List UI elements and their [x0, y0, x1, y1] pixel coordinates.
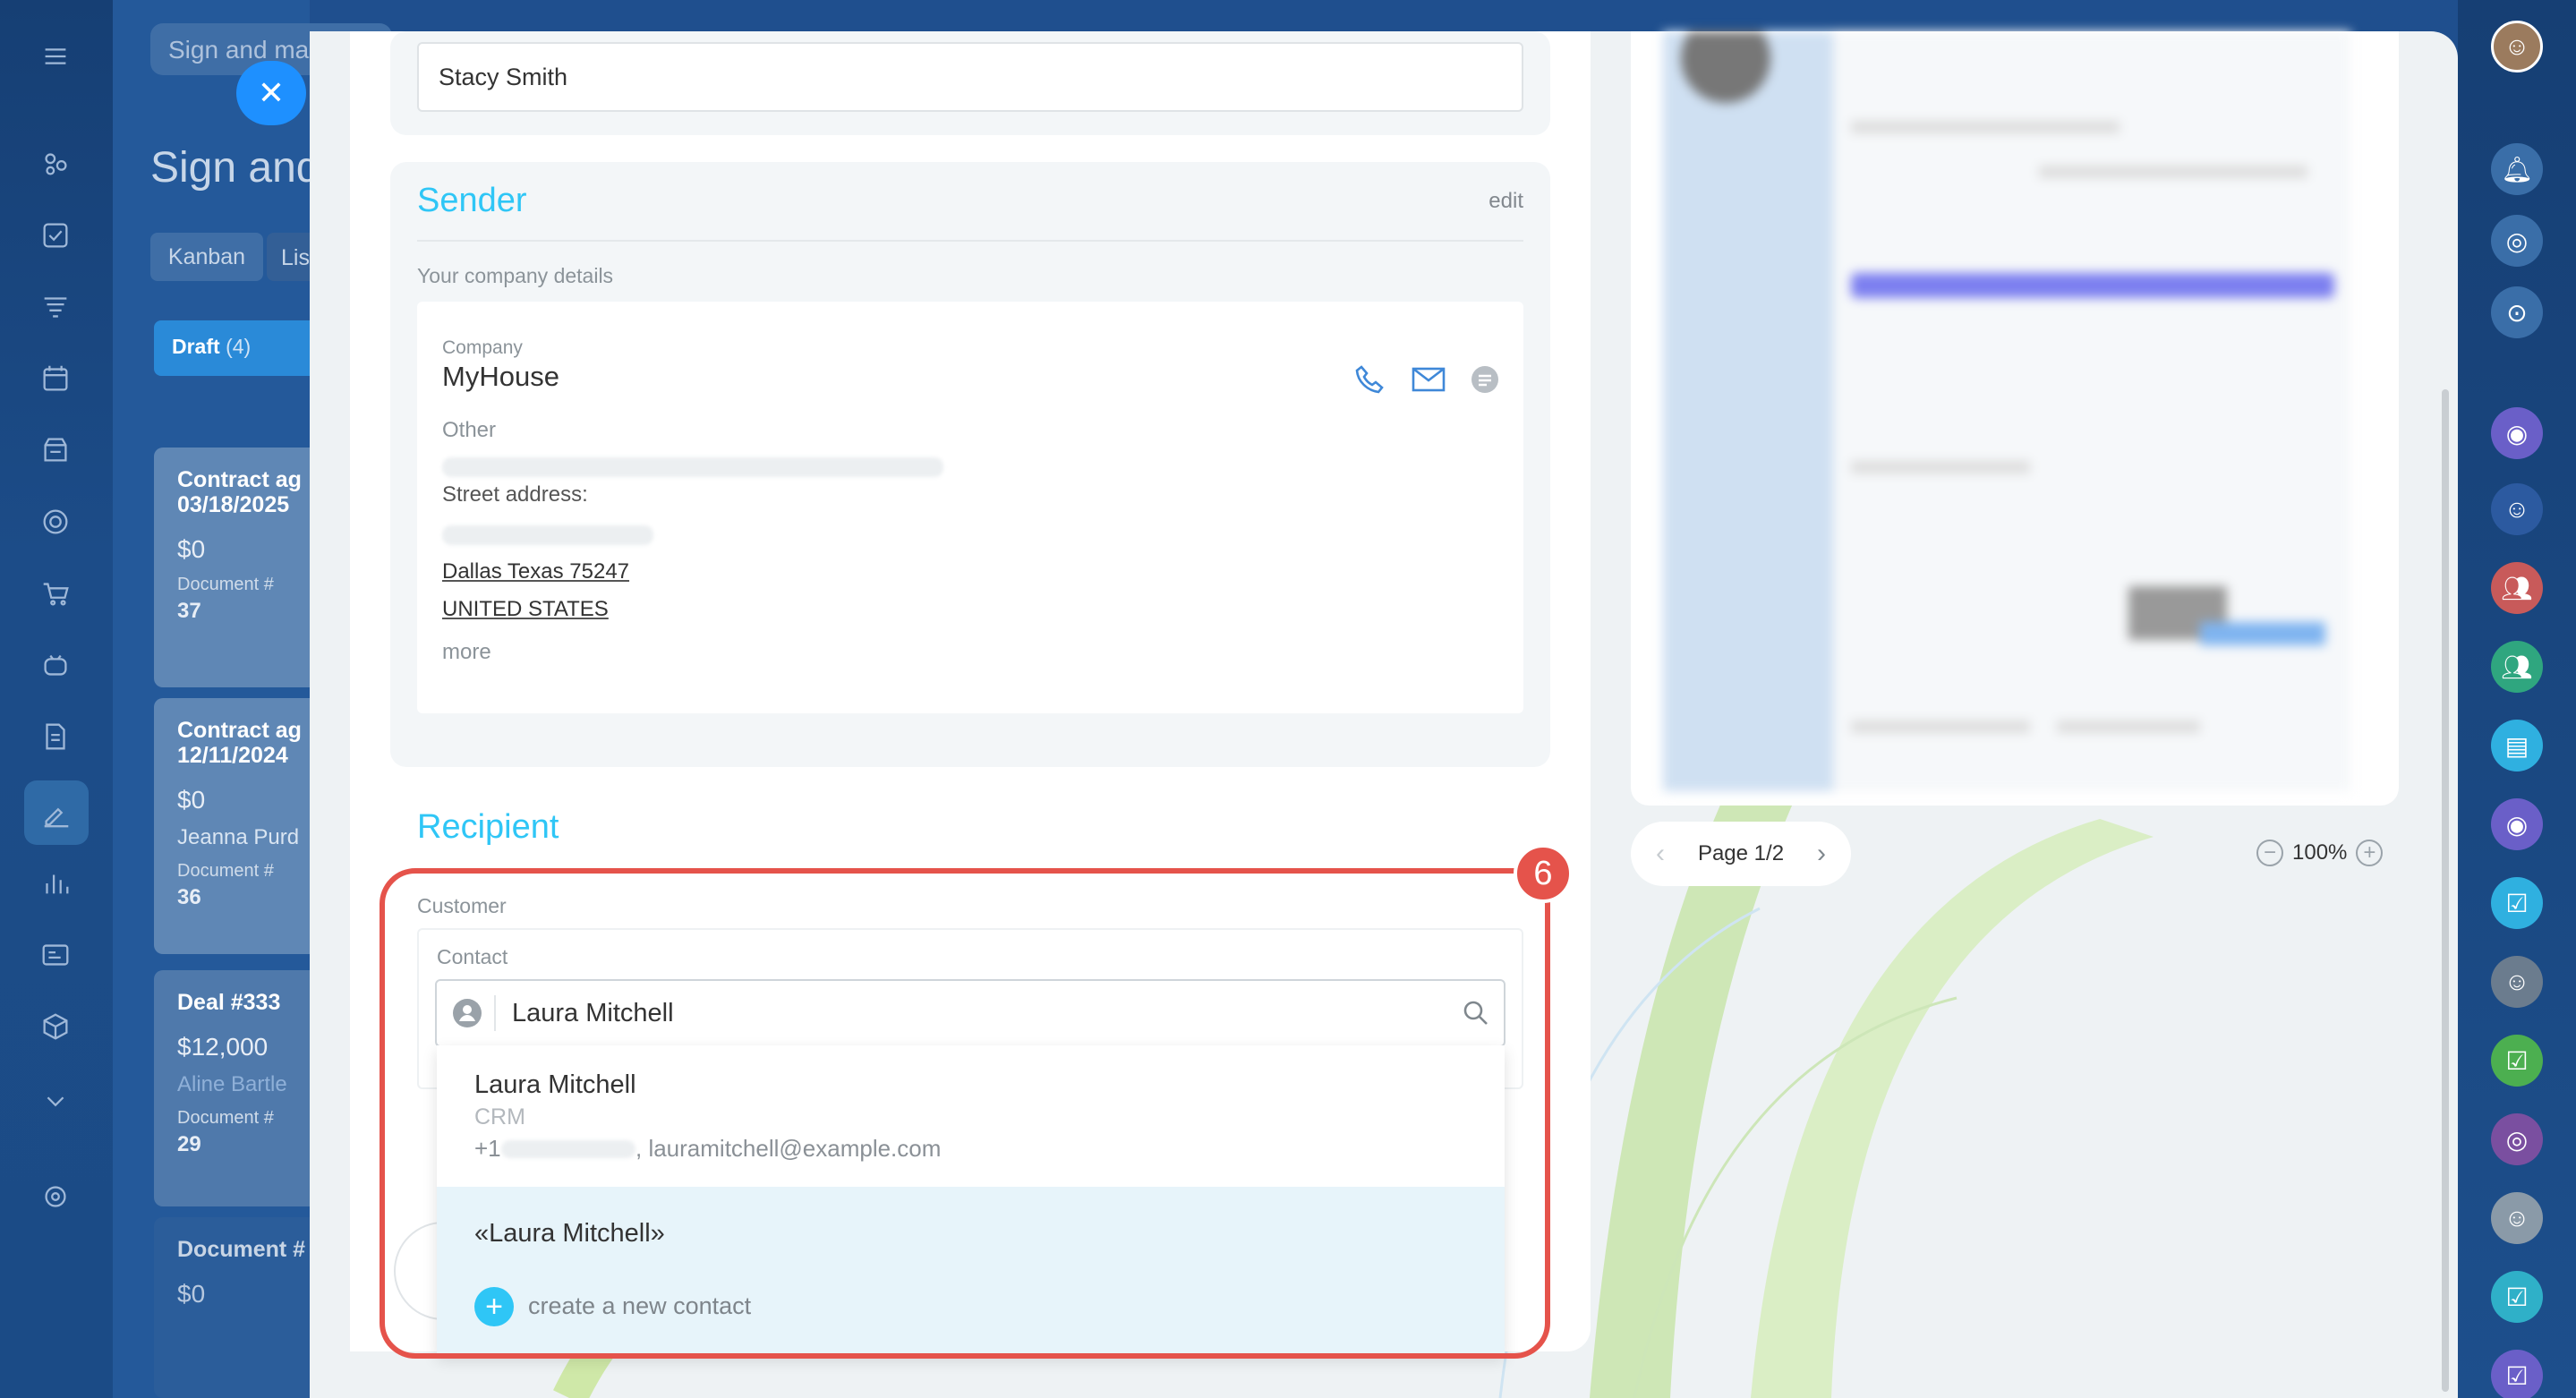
redacted-text [442, 457, 943, 477]
tasks-icon[interactable] [35, 215, 76, 256]
more-link[interactable]: more [442, 640, 491, 665]
task-icon[interactable]: ☑ [2491, 877, 2543, 929]
crm-icon[interactable] [35, 143, 76, 184]
kanban-card[interactable]: Deal #333 $12,000 Aline Bartle Document … [154, 970, 333, 1206]
mail-icon[interactable] [1411, 366, 1446, 393]
name-field[interactable]: Stacy Smith [417, 42, 1523, 112]
left-sidebar [0, 0, 113, 1398]
analytics-icon[interactable] [35, 863, 76, 904]
company-name: MyHouse [442, 361, 559, 392]
store-icon[interactable] [35, 430, 76, 471]
city-line[interactable]: Dallas Texas 75247 [442, 559, 629, 584]
document-icon[interactable] [35, 716, 76, 757]
right-sidebar [2458, 0, 2576, 1398]
id-card-icon[interactable] [35, 934, 76, 976]
task-icon[interactable]: ☑ [2491, 1271, 2543, 1323]
highlight-annotation [380, 868, 1550, 1359]
zoom-level: 100% [2292, 840, 2348, 865]
kanban-card[interactable]: Contract ag 03/18/2025 $0 Document # 37 [154, 448, 333, 687]
company-details-box: Company MyHouse Other Street address: Da… [417, 302, 1523, 713]
box-icon[interactable] [35, 1006, 76, 1047]
sender-title: Sender [417, 182, 527, 219]
document-preview-image [1663, 31, 2350, 791]
column-count: (4) [226, 335, 252, 358]
street-label: Street address: [442, 482, 588, 507]
fingerprint-icon[interactable]: ◎ [2491, 1113, 2543, 1165]
task-icon[interactable]: ☑ [2491, 1035, 2543, 1087]
kanban-card[interactable]: Document # $0 [154, 1217, 333, 1398]
settings-icon[interactable] [35, 1176, 76, 1217]
chat-icon[interactable] [1470, 364, 1500, 395]
calendar-icon[interactable] [35, 358, 76, 399]
contact-avatar[interactable]: ☺ [2491, 956, 2543, 1008]
redacted-text [442, 525, 653, 545]
notifications-icon[interactable]: 🔔︎ [2491, 143, 2543, 195]
kanban-card[interactable]: Contract ag 12/11/2024 $0 Jeanna Purd Do… [154, 698, 333, 954]
zoom-control: − 100% + [2256, 840, 2384, 866]
phone-icon[interactable] [1353, 362, 1386, 395]
sign-icon[interactable] [24, 780, 89, 845]
zoom-out-icon[interactable]: − [2256, 840, 2283, 866]
user-avatar[interactable]: ☺ [2491, 21, 2543, 72]
contact-avatar[interactable]: ☺ [2491, 483, 2543, 535]
sender-edit-link[interactable]: edit [1488, 189, 1523, 214]
other-label: Other [442, 418, 497, 442]
target-icon[interactable] [35, 501, 76, 542]
filter-icon[interactable] [35, 286, 76, 328]
tab-kanban[interactable]: Kanban [150, 233, 263, 281]
step-badge: 6 [1514, 844, 1573, 903]
page-label: Page 1/2 [1697, 841, 1785, 865]
recipient-title: Recipient [417, 808, 559, 846]
prev-page-icon[interactable]: ‹ [1656, 839, 1665, 869]
close-icon[interactable]: ✕ [236, 61, 306, 125]
chat-search-icon[interactable]: ⊙ [2491, 286, 2543, 338]
sender-card: Sender edit Your company details Company… [390, 162, 1550, 767]
menu-icon[interactable] [35, 36, 76, 77]
cat-avatar[interactable]: ☺ [2491, 1192, 2543, 1244]
cart-icon[interactable] [35, 573, 76, 614]
copilot-icon[interactable]: ◉ [2491, 407, 2543, 459]
page-navigator: ‹ Page 1/2 › [1631, 822, 1851, 886]
divider [417, 240, 1523, 242]
name-card: Stacy Smith [390, 31, 1550, 135]
group-icon[interactable]: 👥︎ [2491, 562, 2543, 614]
country-line[interactable]: UNITED STATES [442, 597, 609, 622]
company-label: Company [442, 337, 523, 358]
column-name: Draft [172, 335, 220, 358]
target-icon[interactable]: ◎ [2491, 215, 2543, 267]
panel-scrollbar[interactable] [2442, 389, 2449, 1392]
company-details-label: Your company details [417, 264, 614, 287]
page-title: Sign and [150, 144, 320, 192]
chat-icon[interactable]: ▤ [2491, 720, 2543, 771]
next-page-icon[interactable]: › [1817, 839, 1826, 869]
group-icon[interactable]: 👥︎ [2491, 641, 2543, 693]
task-icon[interactable]: ☑ [2491, 1350, 2543, 1398]
zoom-in-icon[interactable]: + [2356, 840, 2384, 866]
copilot-icon[interactable]: ◉ [2491, 798, 2543, 850]
chevron-down-icon[interactable] [35, 1081, 76, 1122]
robot-icon[interactable] [35, 644, 76, 686]
